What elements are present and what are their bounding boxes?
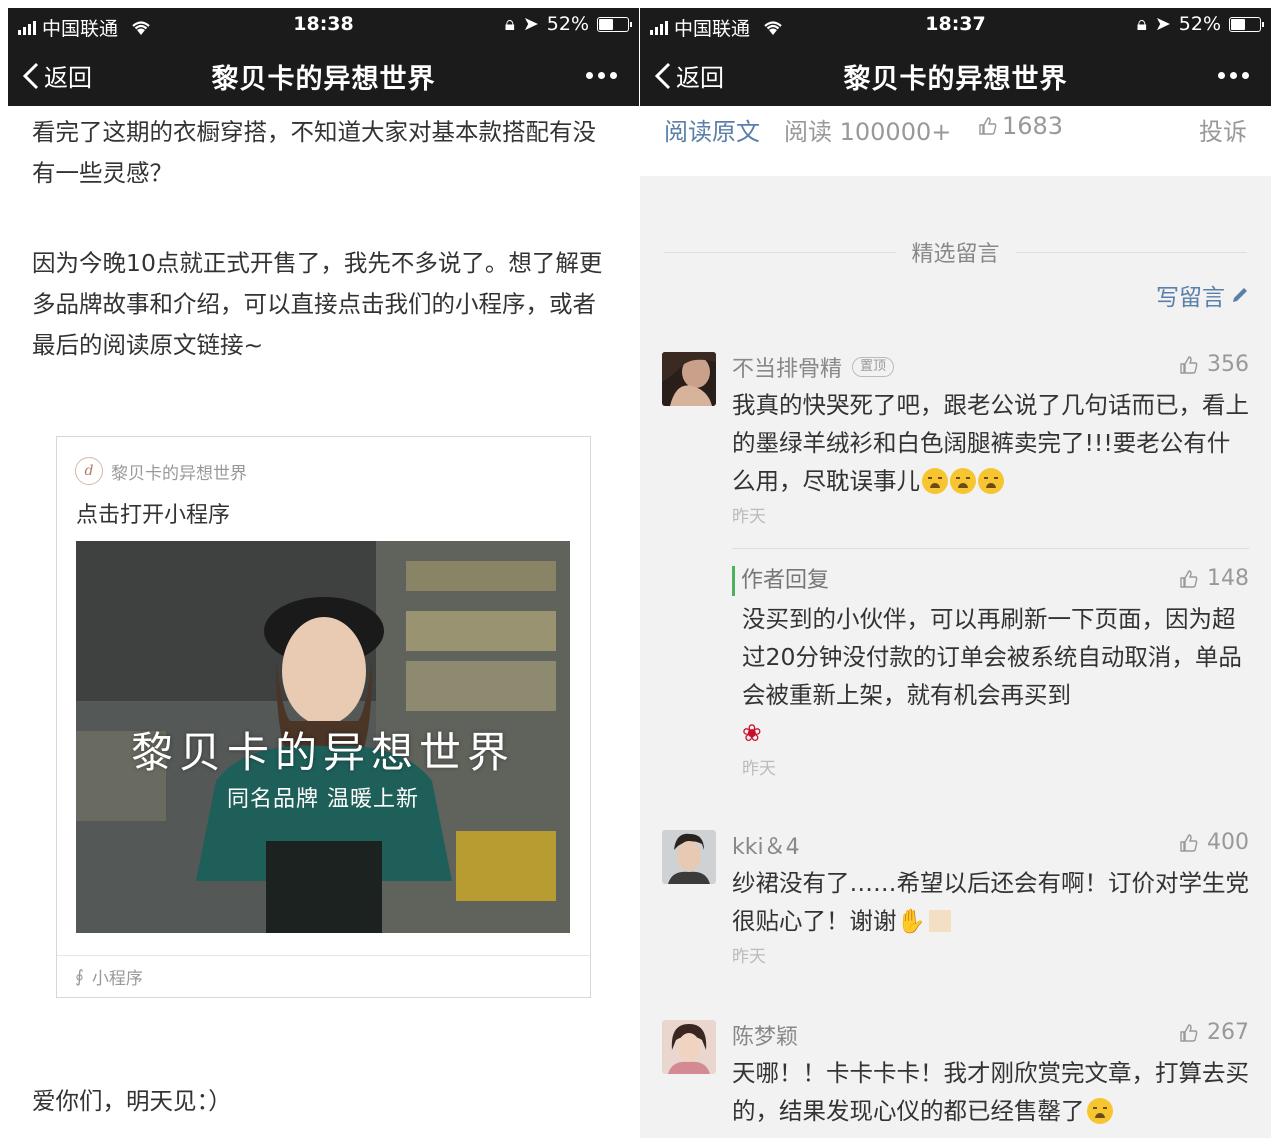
comment-like-count: 267	[1207, 1020, 1249, 1045]
thumbs-up-icon	[1180, 1023, 1198, 1042]
comment-like-count: 356	[1207, 352, 1249, 377]
reply-like-count: 148	[1207, 566, 1249, 591]
article-paragraph-1: 看完了这期的衣橱穿搭，不知道大家对基本款搭配有没有一些灵感？	[32, 118, 596, 187]
card-brand-text: 黎贝卡的异想世界	[130, 728, 515, 777]
report-link[interactable]: 投诉	[1199, 112, 1247, 147]
crying-emoji-icon	[978, 468, 1004, 494]
comment-author[interactable]: 陈梦颖	[732, 1019, 798, 1051]
rotation-lock-icon: 🔒︎	[1136, 13, 1147, 35]
comments-section-title: 精选留言	[664, 236, 1247, 268]
thumbs-up-icon	[979, 117, 997, 135]
nav-bar: 返回 黎贝卡的异想世界	[640, 42, 1271, 106]
rose-emoji-icon: ❀	[742, 719, 762, 747]
read-count: 阅读 100000+	[784, 118, 952, 146]
comment-like-count: 400	[1207, 830, 1249, 855]
reply-label: 作者回复	[732, 566, 1249, 596]
article-paragraph-3: 爱你们，明天见：）	[32, 1087, 232, 1115]
reply-text: 没买到的小伙伴，可以再刷新一下页面，因为超过20分钟没付款的订单会被系统自动取消…	[742, 605, 1242, 709]
location-icon: ➤	[1154, 13, 1171, 35]
author-reply: 作者回复 148 没买到的小伙伴，可以再刷新一下页面，因为超过20分钟没付款的订…	[732, 566, 1249, 779]
thumbs-up-icon	[1180, 833, 1198, 852]
mini-program-card[interactable]: d 黎贝卡的异想世界 点击打开小程序 黎贝卡的异想世界 同名品牌 温暖上新 ∮ …	[56, 436, 591, 998]
avatar[interactable]	[662, 830, 716, 884]
nav-bar: 返回 黎贝卡的异想世界	[8, 42, 639, 106]
article-paragraph-2: 因为今晚10点就正式开售了，我先不多说了。想了解更多品牌故事和介绍，可以直接点击…	[32, 249, 603, 359]
crying-emoji-icon	[1086, 1098, 1113, 1124]
article-actions-bar: 阅读原文 阅读 100000+ 1683 投诉	[640, 106, 1271, 176]
reply-time: 昨天	[742, 759, 776, 779]
reply-divider	[732, 548, 1249, 549]
read-original-link[interactable]: 阅读原文	[664, 112, 760, 147]
more-button[interactable]	[586, 72, 617, 79]
battery-icon	[1229, 16, 1264, 32]
status-bar: 中国联通 18:37 🔒︎ ➤ 52%	[640, 8, 1271, 42]
page-title: 黎贝卡的异想世界	[843, 64, 1068, 95]
praying-hands-icon: ✋	[896, 907, 926, 935]
thumbs-up-icon	[1180, 355, 1198, 374]
card-image: 黎贝卡的异想世界 同名品牌 温暖上新	[76, 541, 570, 933]
comment-time: 昨天	[732, 947, 766, 967]
location-icon: ➤	[522, 13, 539, 35]
mini-program-icon: ∮	[75, 966, 84, 987]
card-header: d 黎贝卡的异想世界	[75, 457, 247, 485]
battery-icon	[597, 16, 632, 32]
page-title: 黎贝卡的异想世界	[211, 64, 436, 95]
account-logo-icon: d	[75, 457, 103, 485]
battery-percent: 52%	[546, 13, 589, 35]
battery-fill	[599, 18, 613, 30]
article-like-count: 1683	[1002, 112, 1064, 140]
more-button[interactable]	[1218, 72, 1249, 79]
thumbs-up-icon	[1180, 569, 1198, 588]
left-screen: 中国联通 18:38 🔒︎ ➤ 52% 返回 黎贝卡的异想世界 看完了这期的衣橱…	[8, 8, 639, 1138]
rotation-lock-icon: 🔒︎	[504, 13, 515, 35]
write-comment-button[interactable]: 写留言	[1156, 278, 1249, 312]
reply-like-button[interactable]: 148	[1179, 566, 1249, 591]
avatar[interactable]	[662, 352, 716, 406]
comment-like-button[interactable]: 356	[1179, 352, 1249, 377]
avatar[interactable]	[662, 1020, 716, 1074]
comment-author[interactable]: kki＆4	[732, 829, 800, 861]
article-like-button[interactable]: 1683	[978, 112, 1063, 140]
card-account-name: 黎贝卡的异想世界	[111, 463, 247, 484]
comment-like-button[interactable]: 267	[1179, 1020, 1249, 1045]
card-sub-text: 同名品牌 温暖上新	[227, 787, 419, 812]
write-comment-label: 写留言	[1156, 285, 1225, 311]
card-footer-label: 小程序	[91, 969, 143, 989]
comment-text: 天哪！！卡卡卡卡！我才刚欣赏完文章，打算去买的，结果发现心仪的都已经售罄了	[732, 1059, 1249, 1125]
comment-like-button[interactable]: 400	[1179, 830, 1249, 855]
crying-emoji-icon	[950, 468, 976, 494]
comment-time: 昨天	[732, 507, 766, 527]
comment-author[interactable]: 不当排骨精	[732, 351, 842, 383]
battery-percent: 52%	[1178, 13, 1221, 35]
crying-emoji-icon	[922, 468, 948, 494]
card-open-label: 点击打开小程序	[76, 503, 231, 528]
status-bar: 中国联通 18:38 🔒︎ ➤ 52%	[8, 8, 639, 42]
right-screen: 中国联通 18:37 🔒︎ ➤ 52% 返回 黎贝卡的异想世界 阅读原文 阅读 …	[640, 8, 1271, 1138]
skin-tone-icon	[928, 910, 951, 932]
card-footer: ∮ 小程序	[57, 955, 590, 997]
battery-fill	[1231, 18, 1245, 30]
pinned-badge: 置顶	[852, 357, 895, 377]
comment-text: 纱裙没有了……希望以后还会有啊！订价对学生党很贴心了！谢谢	[732, 869, 1249, 935]
pencil-icon	[1233, 288, 1247, 302]
